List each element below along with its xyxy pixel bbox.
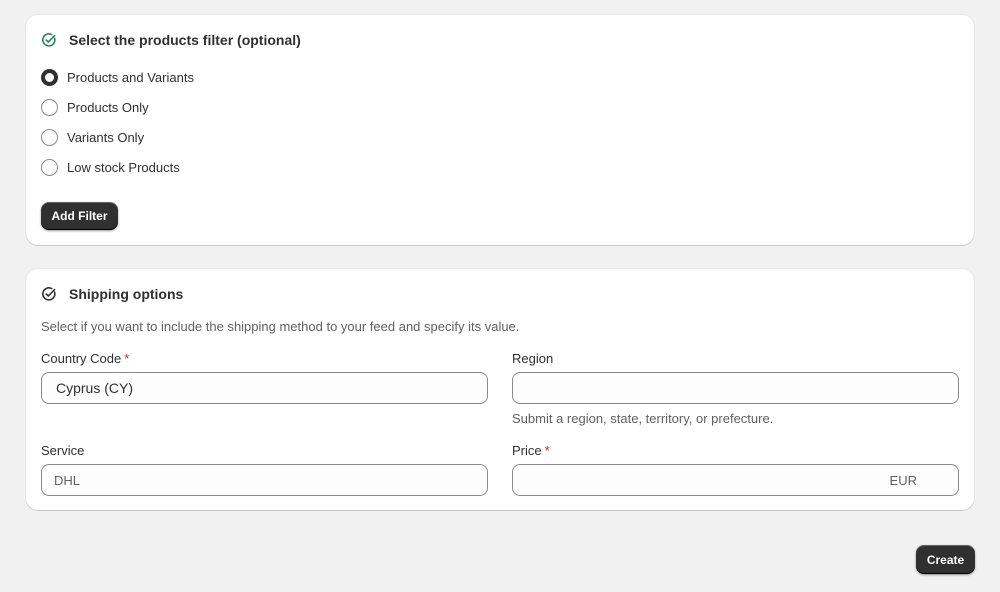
shipping-options-title: Shipping options: [69, 286, 184, 302]
add-filter-button[interactable]: Add Filter: [41, 202, 118, 230]
country-code-select[interactable]: Cyprus (CY): [41, 372, 488, 404]
region-input[interactable]: [512, 372, 959, 404]
radio-button[interactable]: [41, 99, 58, 116]
shipping-options-header: Shipping options: [41, 286, 183, 302]
price-input[interactable]: EUR: [512, 464, 959, 496]
required-mark: *: [124, 351, 130, 366]
country-code-label-text: Country Code: [41, 351, 122, 366]
region-label: Region: [512, 351, 554, 366]
radio-products-only[interactable]: Products Only: [41, 99, 149, 116]
products-filter-card: Select the products filter (optional) Pr…: [26, 15, 974, 245]
radio-label: Low stock Products: [67, 160, 180, 175]
radio-variants-only[interactable]: Variants Only: [41, 129, 144, 146]
radio-products-and-variants[interactable]: Products and Variants: [41, 69, 194, 86]
service-placeholder: DHL: [54, 472, 81, 488]
create-button[interactable]: Create: [916, 545, 975, 574]
country-code-value: Cyprus (CY): [56, 380, 134, 396]
radio-label: Products Only: [67, 100, 149, 115]
radio-label: Variants Only: [67, 130, 145, 145]
check-circle-icon: [42, 33, 56, 47]
currency-suffix: EUR: [889, 472, 917, 488]
products-filter-title: Select the products filter (optional): [69, 32, 301, 48]
shipping-description: Select if you want to include the shippi…: [41, 319, 520, 334]
service-input[interactable]: DHL: [41, 464, 488, 496]
radio-button[interactable]: [41, 159, 58, 176]
shipping-options-card: Shipping options Select if you want to i…: [26, 269, 974, 510]
check-circle-icon: [42, 287, 56, 301]
radio-label: Products and Variants: [67, 70, 194, 85]
price-label: Price *: [512, 443, 550, 458]
radio-button-selected[interactable]: [41, 69, 58, 86]
products-filter-header: Select the products filter (optional): [41, 32, 301, 48]
radio-button[interactable]: [41, 129, 58, 146]
country-code-label: Country Code *: [41, 351, 129, 366]
radio-low-stock-products[interactable]: Low stock Products: [41, 159, 180, 176]
region-help-text: Submit a region, state, territory, or pr…: [512, 411, 774, 426]
service-label: Service: [41, 443, 85, 458]
required-mark: *: [544, 443, 550, 458]
price-label-text: Price: [512, 443, 542, 458]
